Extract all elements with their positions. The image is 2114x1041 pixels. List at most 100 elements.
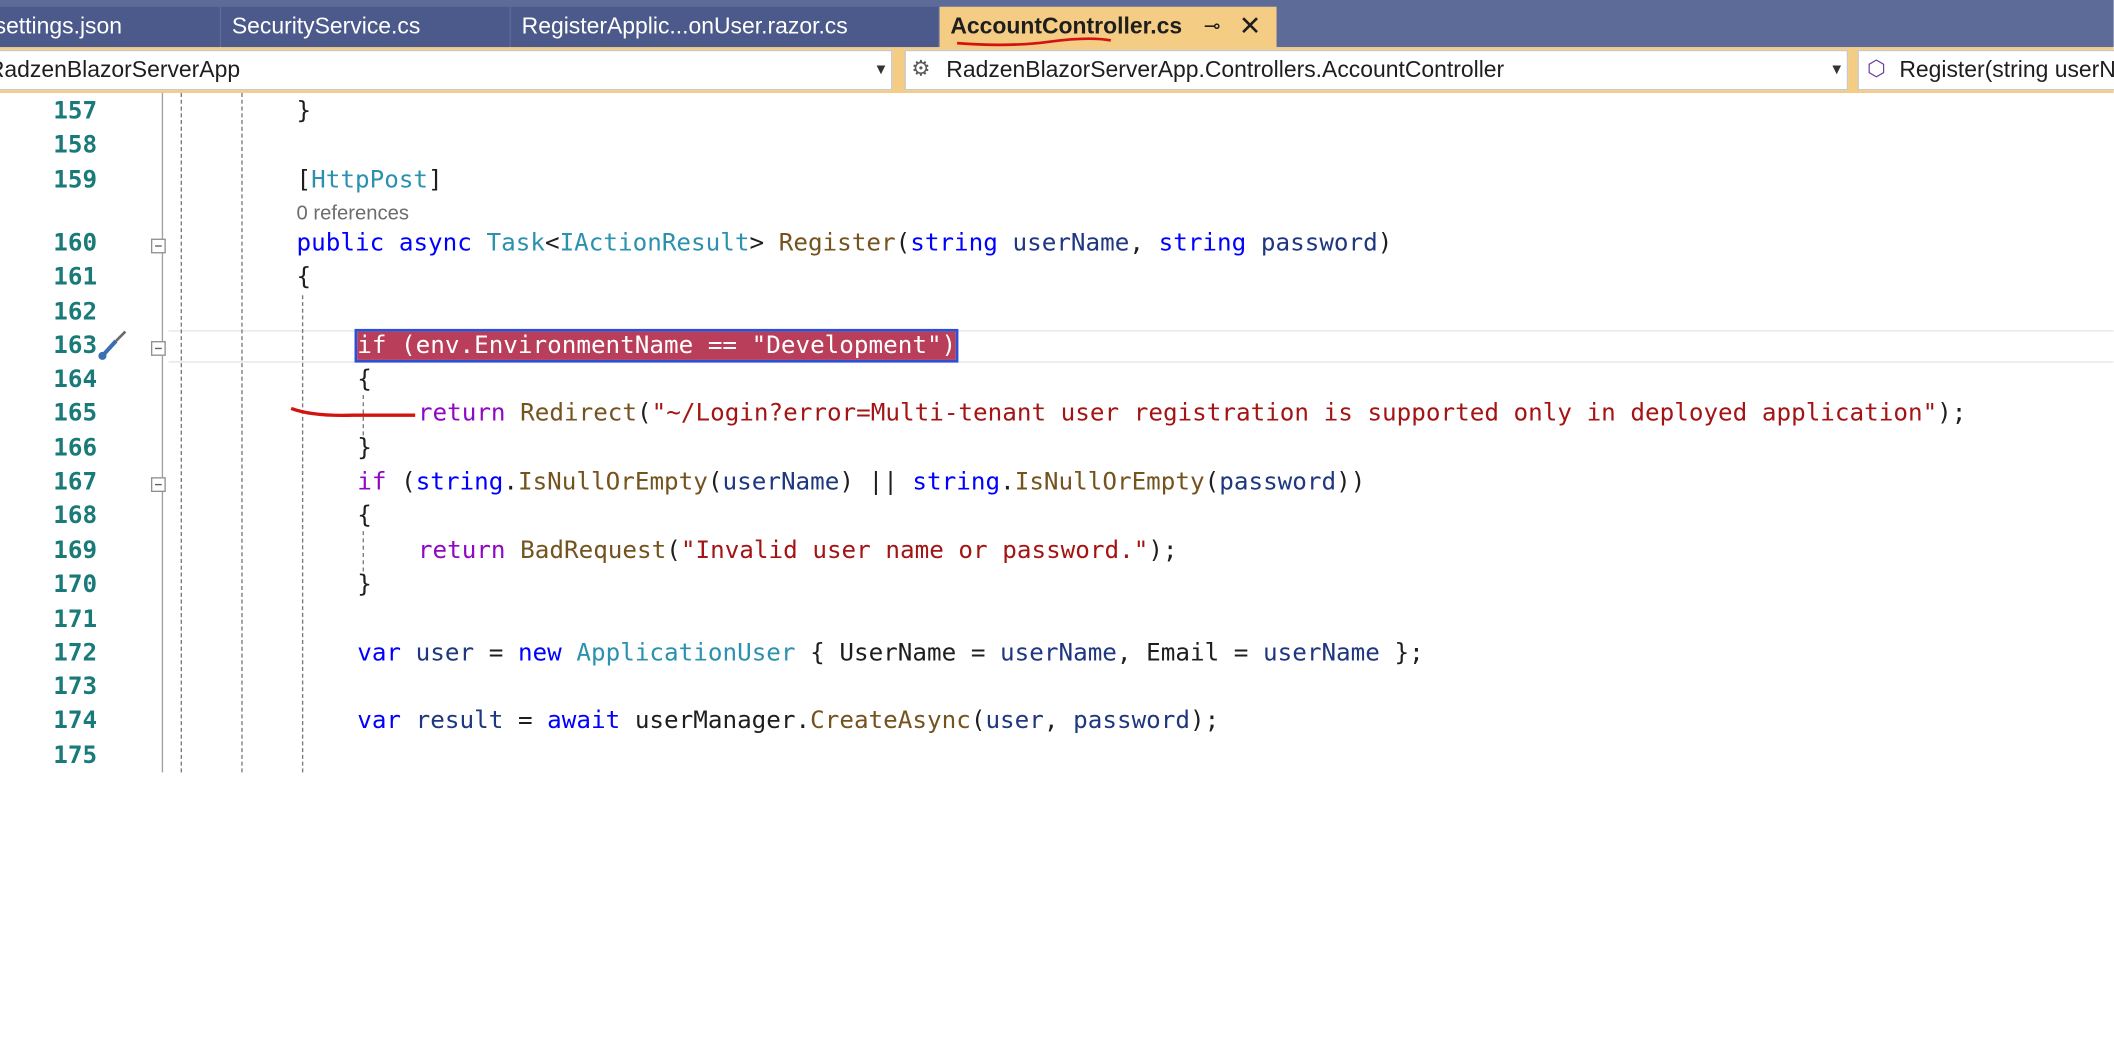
keyword: new <box>517 638 562 668</box>
keyword: await <box>547 706 621 735</box>
indent-guide <box>301 295 304 773</box>
code-line-161: { <box>297 263 312 291</box>
brace: { <box>357 501 372 530</box>
keyword: return <box>417 399 506 428</box>
line-number: 169 <box>53 536 98 565</box>
code-line-159: [HttpPost] <box>296 165 443 195</box>
outlining-margin-line <box>161 93 164 773</box>
code-line-157: } <box>297 97 312 125</box>
method-name: CreateAsync <box>810 706 971 735</box>
brace: { <box>296 262 312 292</box>
brace: } <box>357 570 372 599</box>
line-number: 175 <box>53 741 98 770</box>
code-line-174: var result = await userManager.CreateAsy… <box>357 706 1219 734</box>
collapse-toggle[interactable] <box>150 341 166 356</box>
punct: > <box>749 229 779 258</box>
tab-register-application-user[interactable]: RegisterApplic...onUser.razor.cs <box>510 6 939 48</box>
method-name: BadRequest <box>520 536 667 565</box>
punct: ( <box>386 467 416 497</box>
punct: , <box>1129 229 1159 258</box>
parameter: userName <box>1263 638 1380 668</box>
type-name: ApplicationUser <box>576 638 796 668</box>
code-line-164: { <box>357 365 372 393</box>
line-number: 172 <box>53 638 98 668</box>
keyword: string <box>1158 229 1247 258</box>
parameter: password <box>1073 706 1191 735</box>
string-literal: "~/Login?error=Multi-tenant user registr… <box>651 399 1938 428</box>
punct: . <box>503 467 518 497</box>
code-line-170: } <box>357 570 372 598</box>
punct: )) <box>1336 467 1366 497</box>
keyword: public <box>296 229 385 258</box>
selected-text[interactable]: if (env.EnvironmentName == "Development"… <box>354 328 959 363</box>
line-number: 168 <box>53 501 98 530</box>
punct: ( <box>666 536 681 565</box>
line-number: 163 <box>53 331 98 360</box>
punct: ); <box>1190 706 1220 735</box>
red-underline-mark <box>956 37 1112 47</box>
line-number: 164 <box>53 365 98 394</box>
punct: , <box>1043 706 1074 735</box>
attribute-name: HttpPost <box>311 165 429 195</box>
code-editor[interactable]: 157 158 159 160 161 162 163 164 165 166 … <box>0 93 2114 1041</box>
tab-security-service[interactable]: SecurityService.cs <box>221 6 510 48</box>
project-dropdown-value: RadzenBlazorServerApp <box>0 56 241 83</box>
punct: ) <box>1377 229 1393 258</box>
keyword: async <box>398 229 472 258</box>
indent-guide <box>241 93 243 773</box>
brace: } <box>296 97 312 126</box>
project-dropdown[interactable]: RadzenBlazorServerApp ▼ <box>0 49 893 91</box>
member-dropdown-value: Register(string userN <box>1899 56 2114 83</box>
line-number: 174 <box>53 706 98 735</box>
local-variable: user <box>985 706 1044 735</box>
indent-guide <box>180 93 182 773</box>
code-line-165: return Redirect("~/Login?error=Multi-ten… <box>418 399 1967 427</box>
punct: ( <box>707 467 723 497</box>
quick-actions-screwdriver-icon[interactable] <box>97 328 129 363</box>
punct: ); <box>1148 536 1178 565</box>
chevron-down-icon: ▼ <box>873 62 889 79</box>
collapse-toggle[interactable] <box>150 238 166 254</box>
punct: < <box>544 229 560 258</box>
line-number: 157 <box>53 97 98 126</box>
type-dropdown[interactable]: ⚙ RadzenBlazorServerApp.Controllers.Acco… <box>904 49 1849 91</box>
keyword: string <box>910 229 998 258</box>
punct: ) || <box>839 467 913 497</box>
code-line-172: var user = new ApplicationUser { UserNam… <box>357 639 1423 667</box>
parameter: password <box>1219 467 1337 497</box>
parameter: userName <box>1012 229 1130 258</box>
punct: . <box>1000 467 1015 497</box>
codelens-references[interactable]: 0 references <box>297 202 409 225</box>
line-number: 162 <box>53 297 98 327</box>
punct: , Email = <box>1116 638 1264 668</box>
red-annotation-mark <box>290 406 416 418</box>
keyword: var <box>357 706 402 735</box>
line-number: 170 <box>53 570 98 599</box>
pin-icon[interactable]: ⊸ <box>1204 7 1221 47</box>
parameter: userName <box>1000 638 1117 668</box>
brace: } <box>357 434 372 463</box>
method-name: Redirect <box>520 399 638 428</box>
local-variable: result <box>415 706 504 735</box>
indent-guide <box>362 531 364 572</box>
punct: = <box>503 706 548 735</box>
member-dropdown[interactable]: ⬡ Register(string userN <box>1857 49 2114 91</box>
line-number: 158 <box>53 130 98 160</box>
tab-settings-json[interactable]: settings.json <box>0 6 220 48</box>
code-line-168: { <box>357 501 372 529</box>
code-line-166: } <box>357 434 372 462</box>
close-icon[interactable]: ✕ <box>1239 7 1262 47</box>
type-dropdown-value: RadzenBlazorServerApp.Controllers.Accoun… <box>946 56 1505 83</box>
string-literal: "Invalid user name or password." <box>680 536 1149 565</box>
code-line-160: public async Task<IActionResult> Registe… <box>297 229 1393 257</box>
identifier: userManager. <box>620 706 811 735</box>
punct: { UserName = <box>795 638 1001 668</box>
collapse-toggle[interactable] <box>150 477 166 493</box>
